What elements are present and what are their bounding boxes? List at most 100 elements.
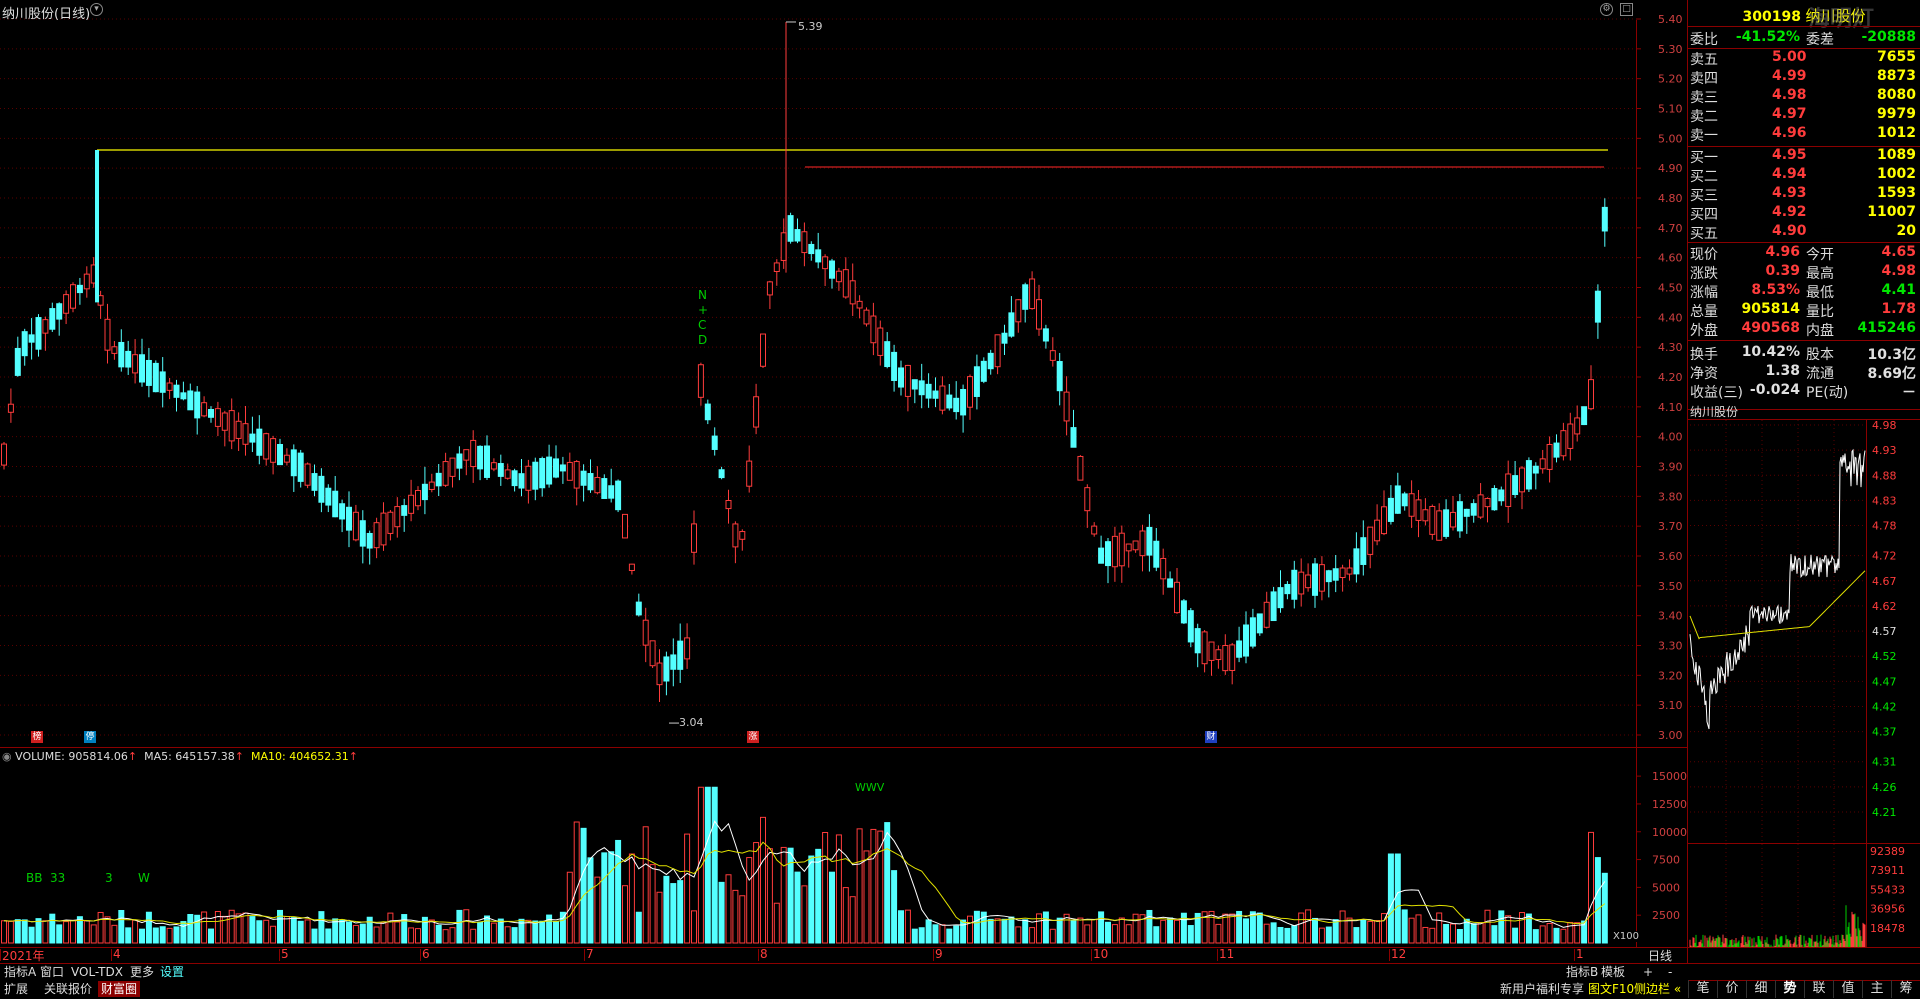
candle [1305,574,1312,589]
price-tick: 3.20 [1658,669,1683,682]
sell-row[interactable]: 卖一 4.96 1012 [1688,125,1920,144]
candle [691,523,697,553]
marker-ting[interactable]: 停 [84,731,96,743]
candle [352,511,359,541]
candle [470,439,477,468]
vol-bar [1208,910,1215,944]
buy-row[interactable]: 买一 4.95 1089 [1688,147,1920,166]
vol-tdx-button[interactable]: VOL-TDX [68,964,126,980]
candle [435,472,442,487]
price-tick: 3.10 [1658,699,1683,712]
candle [111,346,118,354]
tab-2[interactable]: 细 [1746,980,1775,998]
more-button[interactable]: 更多 [127,964,157,980]
buy-row[interactable]: 买二 4.94 1002 [1688,166,1920,185]
sell-row[interactable]: 卖四 4.99 8873 [1688,68,1920,87]
vol-bar [780,846,787,944]
indicator-a-button[interactable]: 指标A [1,964,39,980]
vol-menu-icon[interactable]: ◉ [2,750,12,763]
sell-row[interactable]: 卖三 4.98 8080 [1688,87,1920,106]
mini-price-tick: 4.93 [1872,444,1897,457]
candle [1498,489,1505,502]
tab-4[interactable]: 联 [1804,980,1833,998]
candle [339,503,346,520]
gear-icon[interactable]: ⚙ [1600,3,1613,16]
vol-bar [1539,925,1546,944]
price-tick: 4.60 [1658,252,1683,265]
vol-bar [987,918,994,944]
mini-price-tick: 4.26 [1872,781,1897,794]
mini-price-line [1689,448,1866,730]
tab-7[interactable]: 筹 [1891,980,1920,998]
price-tick: 5.20 [1658,73,1683,86]
vol-bar [1560,928,1567,944]
vol-bar [1477,922,1484,944]
marker-cai[interactable]: 财 [1205,731,1217,743]
buy-row[interactable]: 买五 4.90 20 [1688,223,1920,242]
candle [42,319,49,334]
vol-bar [373,926,380,944]
ncd-c: C [698,318,707,332]
dropdown-icon[interactable]: ▾ [90,3,103,16]
candle [332,490,339,518]
tab-5[interactable]: 值 [1833,980,1862,998]
vol-bar [318,911,325,944]
vol-bar [1360,919,1367,944]
sell-row[interactable]: 卖五 5.00 7655 [1688,49,1920,68]
sell-row[interactable]: 卖二 4.97 9979 [1688,106,1920,125]
tab-3[interactable]: 势 [1775,980,1804,998]
buy-row[interactable]: 买四 4.92 11007 [1688,204,1920,223]
status-bar: 扩展 关联报价 财富圈 新用户福利专享 图文F10 侧边栏 « [0,980,1688,999]
candle [1111,535,1118,568]
candle [1139,530,1146,557]
date-tick: 12 [1391,947,1407,961]
vol-bar [1422,926,1429,944]
vol-bar [415,928,421,944]
period-label[interactable]: 日线 [1648,947,1672,964]
settings-button[interactable]: 设置 [157,964,187,980]
vol-bar [352,924,359,944]
promo-link[interactable]: 新用户福利专享 [1497,981,1587,997]
sidebar-toggle[interactable]: 侧边栏 « [1631,981,1684,997]
vol-bar [1408,917,1415,944]
window-button[interactable]: 窗口 [37,964,67,980]
kline-chart[interactable]: 4.98 4.93 4.88 4.83 4.78 4.72 4.67 4.62 4.57 4.52… [0,0,1920,999]
candle [511,470,518,487]
candle [1394,485,1401,514]
candle [449,457,456,477]
candle [63,294,70,314]
candle [1512,475,1519,496]
maximize-icon[interactable]: □ [1620,3,1633,16]
candle [1567,423,1574,449]
candle [953,397,960,413]
tab-1[interactable]: 价 [1717,980,1746,998]
marker-bang[interactable]: 榜 [31,731,43,743]
candle [663,656,670,682]
minus-button[interactable]: - [1665,964,1675,980]
candle [1298,571,1305,595]
candle [1091,525,1098,535]
mini-price-tick: 4.21 [1872,806,1897,819]
tab-0[interactable]: 笔 [1688,980,1717,998]
marker-zhang[interactable]: 涨 [747,731,759,743]
tab-6[interactable]: 主 [1862,980,1891,998]
vol-bar [1401,909,1408,944]
plus-button[interactable]: + [1640,964,1656,980]
indicator-b-button[interactable]: 指标B [1563,964,1601,980]
related-quote-button[interactable]: 关联报价 [41,981,95,997]
candle [808,243,815,255]
date-tick: 1 [1576,947,1584,961]
candle [145,359,152,386]
candle [697,364,704,398]
buy-row[interactable]: 买三 4.93 1593 [1688,185,1920,204]
vol-bar [1105,921,1111,944]
candle [1167,578,1174,588]
candle [1249,617,1256,647]
wealth-circle-button[interactable]: 财富圈 [98,981,141,997]
extend-button[interactable]: 扩展 [1,981,31,997]
vol-bar [166,927,173,944]
f10-button[interactable]: 图文F10 [1585,981,1637,997]
template-button[interactable]: 模板 [1598,964,1628,980]
candle [1284,583,1291,595]
vol-bar [339,919,346,944]
